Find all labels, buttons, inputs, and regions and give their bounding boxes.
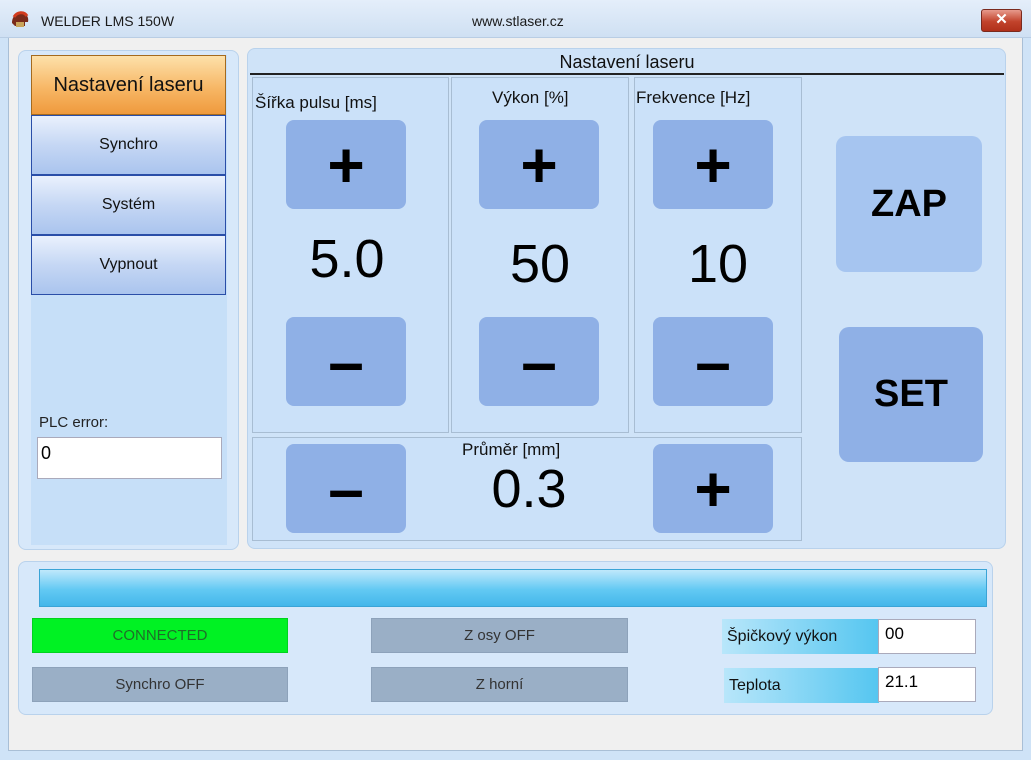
z-axis-indicator: Z osy OFF xyxy=(371,618,628,653)
window-url: www.stlaser.cz xyxy=(472,13,564,29)
peak-power-field[interactable]: 00 xyxy=(878,619,976,654)
frequency-value: 10 xyxy=(687,234,749,294)
menu-item-system[interactable]: Systém xyxy=(31,175,226,235)
minus-icon: – xyxy=(328,452,364,525)
plus-icon: + xyxy=(520,128,558,201)
power-label: Výkon [%] xyxy=(492,88,569,107)
plus-icon: + xyxy=(694,452,732,525)
menu-item-shutdown[interactable]: Vypnout xyxy=(31,235,226,295)
connected-indicator: CONNECTED xyxy=(32,618,288,653)
frequency-increase-button[interactable]: + xyxy=(653,120,773,209)
temperature-field[interactable]: 21.1 xyxy=(878,667,976,702)
frequency-decrease-button[interactable]: – xyxy=(653,317,773,406)
window-title: WELDER LMS 150W xyxy=(41,13,175,29)
plc-error-field[interactable]: 0 xyxy=(37,437,222,479)
z-axis-label: Z osy OFF xyxy=(464,627,535,644)
minus-icon: – xyxy=(695,325,731,398)
menu-item-label: Nastavení laseru xyxy=(53,73,204,96)
plc-error-label: PLC error: xyxy=(39,414,109,431)
temperature-label: Teplota xyxy=(724,668,879,703)
diameter-label: Průměr [mm] xyxy=(462,440,561,459)
set-button[interactable]: SET xyxy=(839,327,983,462)
synchro-label: Synchro OFF xyxy=(115,676,205,693)
diameter-increase-button[interactable]: + xyxy=(653,444,773,533)
app-logo-icon xyxy=(12,11,29,27)
diameter-value: 0.3 xyxy=(491,459,567,519)
z-top-label: Z horní xyxy=(475,676,524,693)
close-icon: ✕ xyxy=(995,11,1008,28)
title-bar: WELDER LMS 150W www.stlaser.cz ✕ xyxy=(0,0,1031,38)
power-value: 50 xyxy=(509,234,571,294)
frequency-label: Frekvence [Hz] xyxy=(636,88,751,107)
peak-power-label: Špičkový výkon xyxy=(722,619,879,654)
power-increase-button[interactable]: + xyxy=(479,120,599,209)
synchro-indicator: Synchro OFF xyxy=(32,667,288,702)
set-button-label: SET xyxy=(874,373,948,415)
pulse-width-label: Šířka pulsu [ms] xyxy=(255,93,377,112)
panel-title: Nastavení laseru xyxy=(250,50,1004,75)
plus-icon: + xyxy=(327,128,365,201)
minus-icon: – xyxy=(521,325,557,398)
menu-item-label: Synchro xyxy=(99,136,158,153)
zap-button-label: ZAP xyxy=(871,182,947,225)
menu-item-laser-settings[interactable]: Nastavení laseru xyxy=(31,55,226,115)
minus-icon: – xyxy=(328,325,364,398)
pulse-width-increase-button[interactable]: + xyxy=(286,120,406,209)
diameter-decrease-button[interactable]: – xyxy=(286,444,406,533)
pulse-width-value: 5.0 xyxy=(309,229,385,289)
pulse-width-decrease-button[interactable]: – xyxy=(286,317,406,406)
plus-icon: + xyxy=(694,128,732,201)
menu-item-label: Vypnout xyxy=(99,256,158,273)
menu-item-synchro[interactable]: Synchro xyxy=(31,115,226,175)
menu-item-label: Systém xyxy=(101,196,156,213)
close-button[interactable]: ✕ xyxy=(981,9,1022,32)
z-top-indicator: Z horní xyxy=(371,667,628,702)
power-decrease-button[interactable]: – xyxy=(479,317,599,406)
progress-bar xyxy=(39,569,987,607)
zap-button[interactable]: ZAP xyxy=(836,136,982,272)
connected-label: CONNECTED xyxy=(112,627,208,644)
